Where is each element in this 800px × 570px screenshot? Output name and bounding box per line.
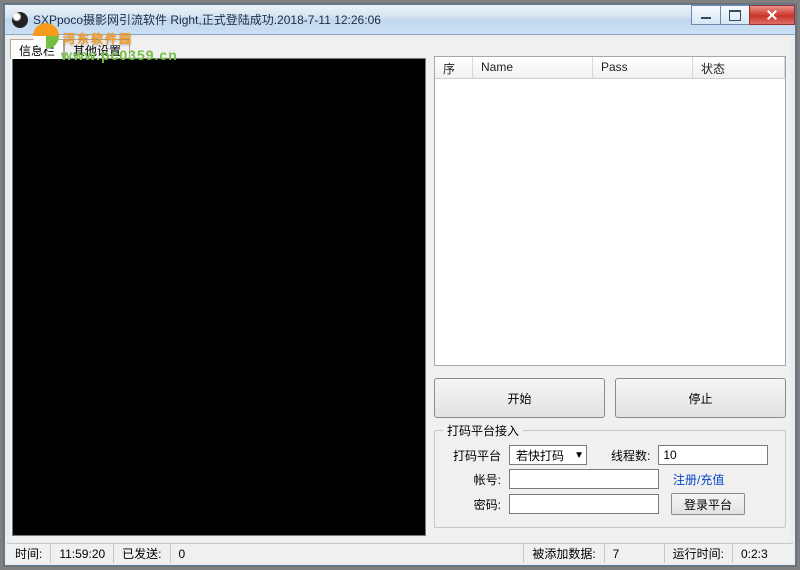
tab-info[interactable]: 信息栏: [10, 39, 64, 59]
account-input[interactable]: [509, 469, 659, 489]
action-buttons: 开始 停止: [434, 378, 786, 418]
log-pane[interactable]: [12, 58, 426, 536]
accounts-table[interactable]: 序 Name Pass 状态: [434, 56, 786, 366]
group-legend: 打码平台接入: [443, 422, 523, 439]
status-sent-label: 已发送:: [114, 544, 170, 563]
close-button[interactable]: [749, 5, 795, 25]
maximize-button[interactable]: [720, 5, 750, 25]
platform-select-value: 若快打码: [516, 447, 564, 464]
app-icon: [12, 12, 28, 28]
register-recharge-link[interactable]: 注册/充值: [673, 471, 724, 488]
th-state[interactable]: 状态: [693, 57, 785, 78]
table-header: 序 Name Pass 状态: [435, 57, 785, 79]
status-runtime-value: 0:2:3: [733, 544, 793, 563]
password-input[interactable]: [509, 494, 659, 514]
chevron-down-icon: ▼: [574, 450, 584, 461]
minimize-button[interactable]: [691, 5, 721, 25]
password-label: 密码:: [445, 496, 501, 513]
status-time-label: 时间:: [7, 544, 51, 563]
application-window: SXPpoco摄影网引流软件 Right,正式登陆成功.2018-7-11 12…: [4, 4, 796, 566]
captcha-platform-group: 打码平台接入 打码平台 若快打码 ▼ 线程数: 帐号: 注册/充值 密码:: [434, 430, 786, 528]
threads-label: 线程数:: [611, 447, 650, 464]
status-added-value: 7: [605, 544, 665, 563]
th-name[interactable]: Name: [473, 57, 593, 78]
tab-other-settings[interactable]: 其他设置: [64, 39, 130, 59]
status-runtime-label: 运行时间:: [665, 544, 733, 563]
start-button[interactable]: 开始: [434, 378, 605, 418]
th-pass[interactable]: Pass: [593, 57, 693, 78]
client-area: 信息栏 其他设置 序 Name Pass 状态 开始 停止 打码平台接入 打码: [10, 38, 790, 541]
status-time-value: 11:59:20: [51, 544, 114, 563]
status-bar: 时间: 11:59:20 已发送: 0 被添加数据: 7 运行时间: 0:2:3: [7, 543, 793, 563]
th-seq[interactable]: 序: [435, 57, 473, 78]
right-pane: 序 Name Pass 状态 开始 停止 打码平台接入 打码平台 若快打码 ▼: [434, 56, 786, 535]
status-sent-value: 0: [171, 544, 525, 563]
window-controls: [692, 5, 795, 25]
account-label: 帐号:: [445, 471, 501, 488]
platform-select[interactable]: 若快打码 ▼: [509, 445, 587, 465]
stop-button[interactable]: 停止: [615, 378, 786, 418]
window-title: SXPpoco摄影网引流软件 Right,正式登陆成功.2018-7-11 12…: [33, 11, 381, 28]
tab-strip: 信息栏 其他设置: [10, 38, 790, 58]
platform-label: 打码平台: [445, 447, 501, 464]
titlebar: SXPpoco摄影网引流软件 Right,正式登陆成功.2018-7-11 12…: [5, 5, 795, 35]
status-added-label: 被添加数据:: [524, 544, 604, 563]
threads-input[interactable]: [658, 445, 768, 465]
login-platform-button[interactable]: 登录平台: [671, 493, 745, 515]
